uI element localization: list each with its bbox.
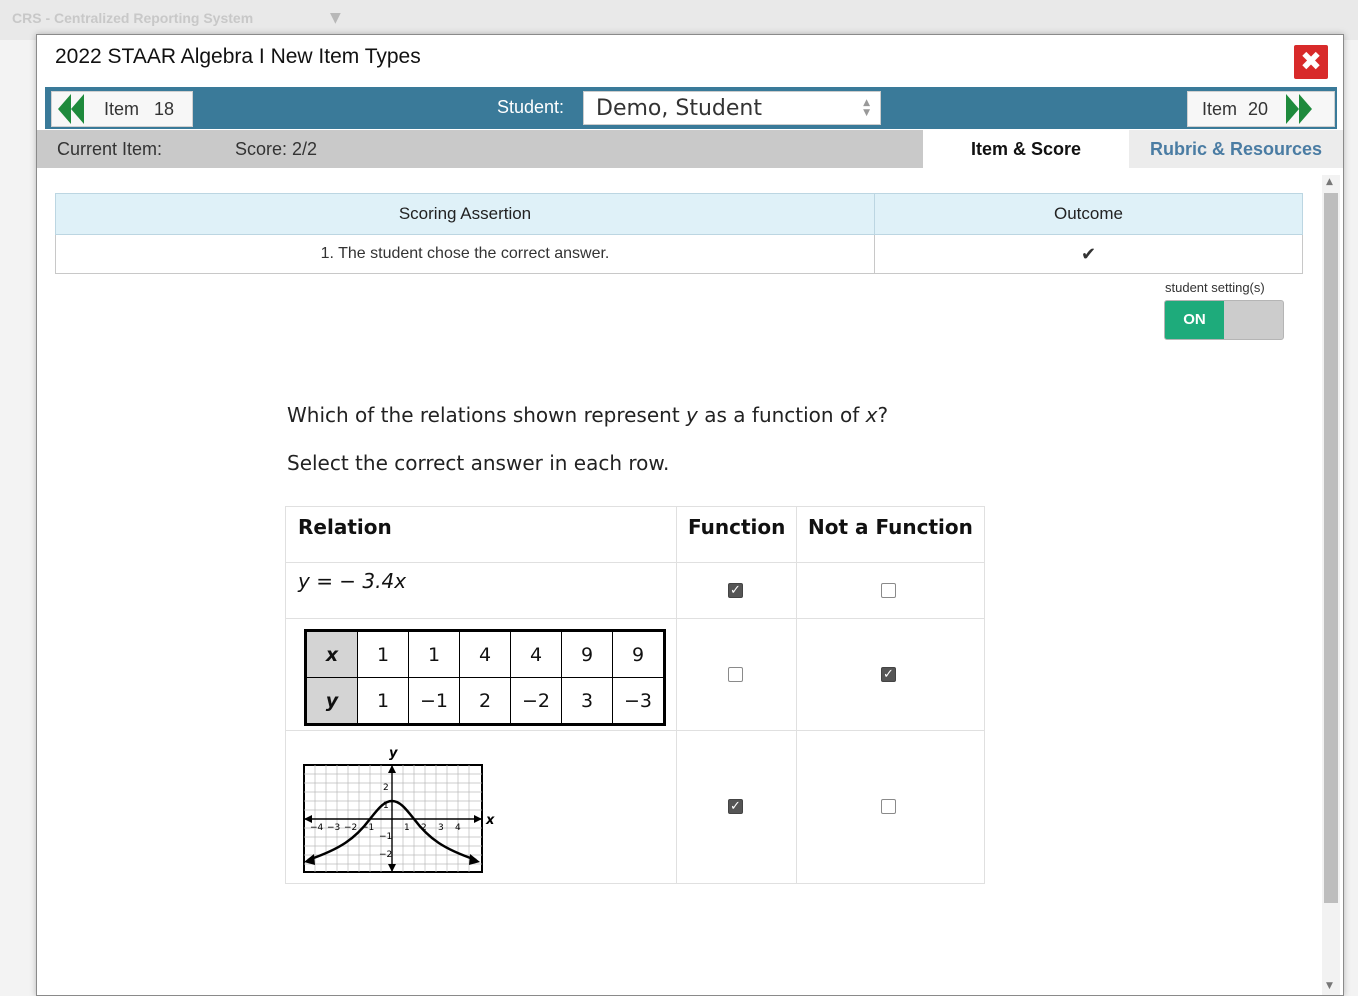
score-label: Score: 2/2 [235, 139, 318, 159]
item-navigation-bar: Item 18 Student: Demo, Student ▲ ▼ Item 2… [45, 87, 1337, 129]
x-value-cell: 9 [612, 630, 665, 678]
graph-y-tick: −2 [379, 850, 392, 860]
x-value-cell: 1 [357, 630, 409, 678]
relation-table: x 1 1 4 4 9 9 y 1 −1 2 −2 3 −3 [304, 629, 666, 726]
not-a-function-header: Not a Function [808, 515, 973, 539]
student-select-value: Demo, Student [596, 96, 762, 121]
tab-item-score[interactable]: Item & Score [923, 130, 1129, 168]
scoring-table: Scoring Assertion Outcome 1. The student… [55, 193, 1303, 274]
graph-x-tick: −2 [344, 823, 357, 833]
y-value-cell: 2 [459, 677, 511, 725]
student-settings-label: student setting(s) [1165, 280, 1265, 295]
scroll-down-arrow-icon[interactable]: ▼ [1326, 981, 1333, 991]
item-viewer-modal: 2022 STAAR Algebra I New Item Types ✖ It… [36, 34, 1344, 996]
next-arrow-icon [1286, 94, 1316, 124]
grid-divider [676, 507, 677, 883]
relation-header: Relation [298, 515, 392, 539]
row2-function-checkbox[interactable] [728, 667, 743, 682]
row3-function-checkbox[interactable]: ✓ [728, 799, 743, 814]
student-settings-toggle[interactable]: ON [1164, 300, 1284, 340]
x-header-cell: x [305, 630, 358, 678]
graph-x-tick: −3 [327, 823, 340, 833]
graph-x-tick: 1 [404, 823, 410, 833]
row2-not-function-checkbox[interactable]: ✓ [881, 667, 896, 682]
current-item-label: Current Item: [57, 139, 163, 159]
next-item-button[interactable]: Item 20 [1187, 91, 1335, 127]
y-value-cell: 1 [357, 677, 409, 725]
scroll-thumb[interactable] [1324, 193, 1338, 903]
scoring-assertion-header: Scoring Assertion [55, 193, 875, 235]
relation-graph: y x −4 −3 −2 −1 1 2 3 4 2 1 −1 −2 [303, 746, 495, 873]
graph-y-tick: 2 [383, 783, 389, 793]
row3-not-function-checkbox[interactable] [881, 799, 896, 814]
previous-item-label: Item [104, 99, 140, 119]
grid-divider [796, 507, 797, 883]
question-instruction: Select the correct answer in each row. [287, 451, 670, 475]
dropdown-arrow-icon: ▼ [330, 10, 341, 26]
scroll-up-arrow-icon[interactable]: ▲ [1326, 177, 1333, 187]
next-item-label: Item [1202, 99, 1238, 119]
y-header-cell: y [305, 677, 358, 725]
function-header: Function [688, 515, 786, 539]
outcome-check-icon: ✔ [874, 234, 1303, 274]
x-value-cell: 4 [510, 630, 562, 678]
graph-y-tick: −1 [379, 832, 392, 842]
previous-item-number: 18 [154, 99, 175, 119]
relation-equation: y = − 3.4x [298, 569, 407, 593]
background-app-title: CRS - Centralized Reporting System [12, 10, 254, 26]
toggle-on-label: ON [1165, 301, 1224, 339]
table-row: 1. The student chose the correct answer.… [55, 234, 1303, 274]
graph-y-axis-label: y [389, 746, 398, 761]
next-item-number: 20 [1248, 99, 1269, 119]
answer-grid: Relation Function Not a Function y = − 3… [285, 506, 985, 884]
y-value-cell: −1 [408, 677, 460, 725]
outcome-header: Outcome [874, 193, 1303, 235]
tab-rubric-resources[interactable]: Rubric & Resources [1129, 130, 1343, 168]
graph-x-tick: 4 [455, 823, 461, 833]
graph-x-axis-label: x [485, 813, 495, 828]
question-prompt: Which of the relations shown represent y… [287, 403, 889, 427]
close-button[interactable]: ✖ [1294, 45, 1328, 79]
y-value-cell: −2 [510, 677, 562, 725]
item-info-bar: Current Item: Score: 2/2 [37, 130, 923, 168]
previous-arrow-icon [58, 94, 88, 124]
grid-divider [286, 618, 984, 619]
content-scrollbar[interactable]: ▲ ▼ [1322, 175, 1340, 995]
x-value-cell: 9 [561, 630, 613, 678]
grid-divider [286, 562, 984, 563]
student-label: Student: [497, 97, 565, 117]
graph-x-tick: −4 [310, 823, 324, 833]
y-value-cell: 3 [561, 677, 613, 725]
row1-not-function-checkbox[interactable] [881, 583, 896, 598]
select-arrows-icon: ▲ ▼ [863, 98, 870, 118]
row1-function-checkbox[interactable]: ✓ [728, 583, 743, 598]
item-content-area: Scoring Assertion Outcome 1. The student… [37, 168, 1325, 995]
y-value-cell: −3 [612, 677, 665, 725]
previous-item-button[interactable]: Item 18 [51, 91, 193, 127]
grid-divider [286, 730, 984, 731]
student-select[interactable]: Demo, Student ▲ ▼ [583, 91, 881, 125]
modal-title: 2022 STAAR Algebra I New Item Types [55, 45, 421, 68]
graph-x-tick: 3 [438, 823, 444, 833]
assertion-cell: 1. The student chose the correct answer. [55, 234, 875, 274]
x-value-cell: 1 [408, 630, 460, 678]
x-value-cell: 4 [459, 630, 511, 678]
